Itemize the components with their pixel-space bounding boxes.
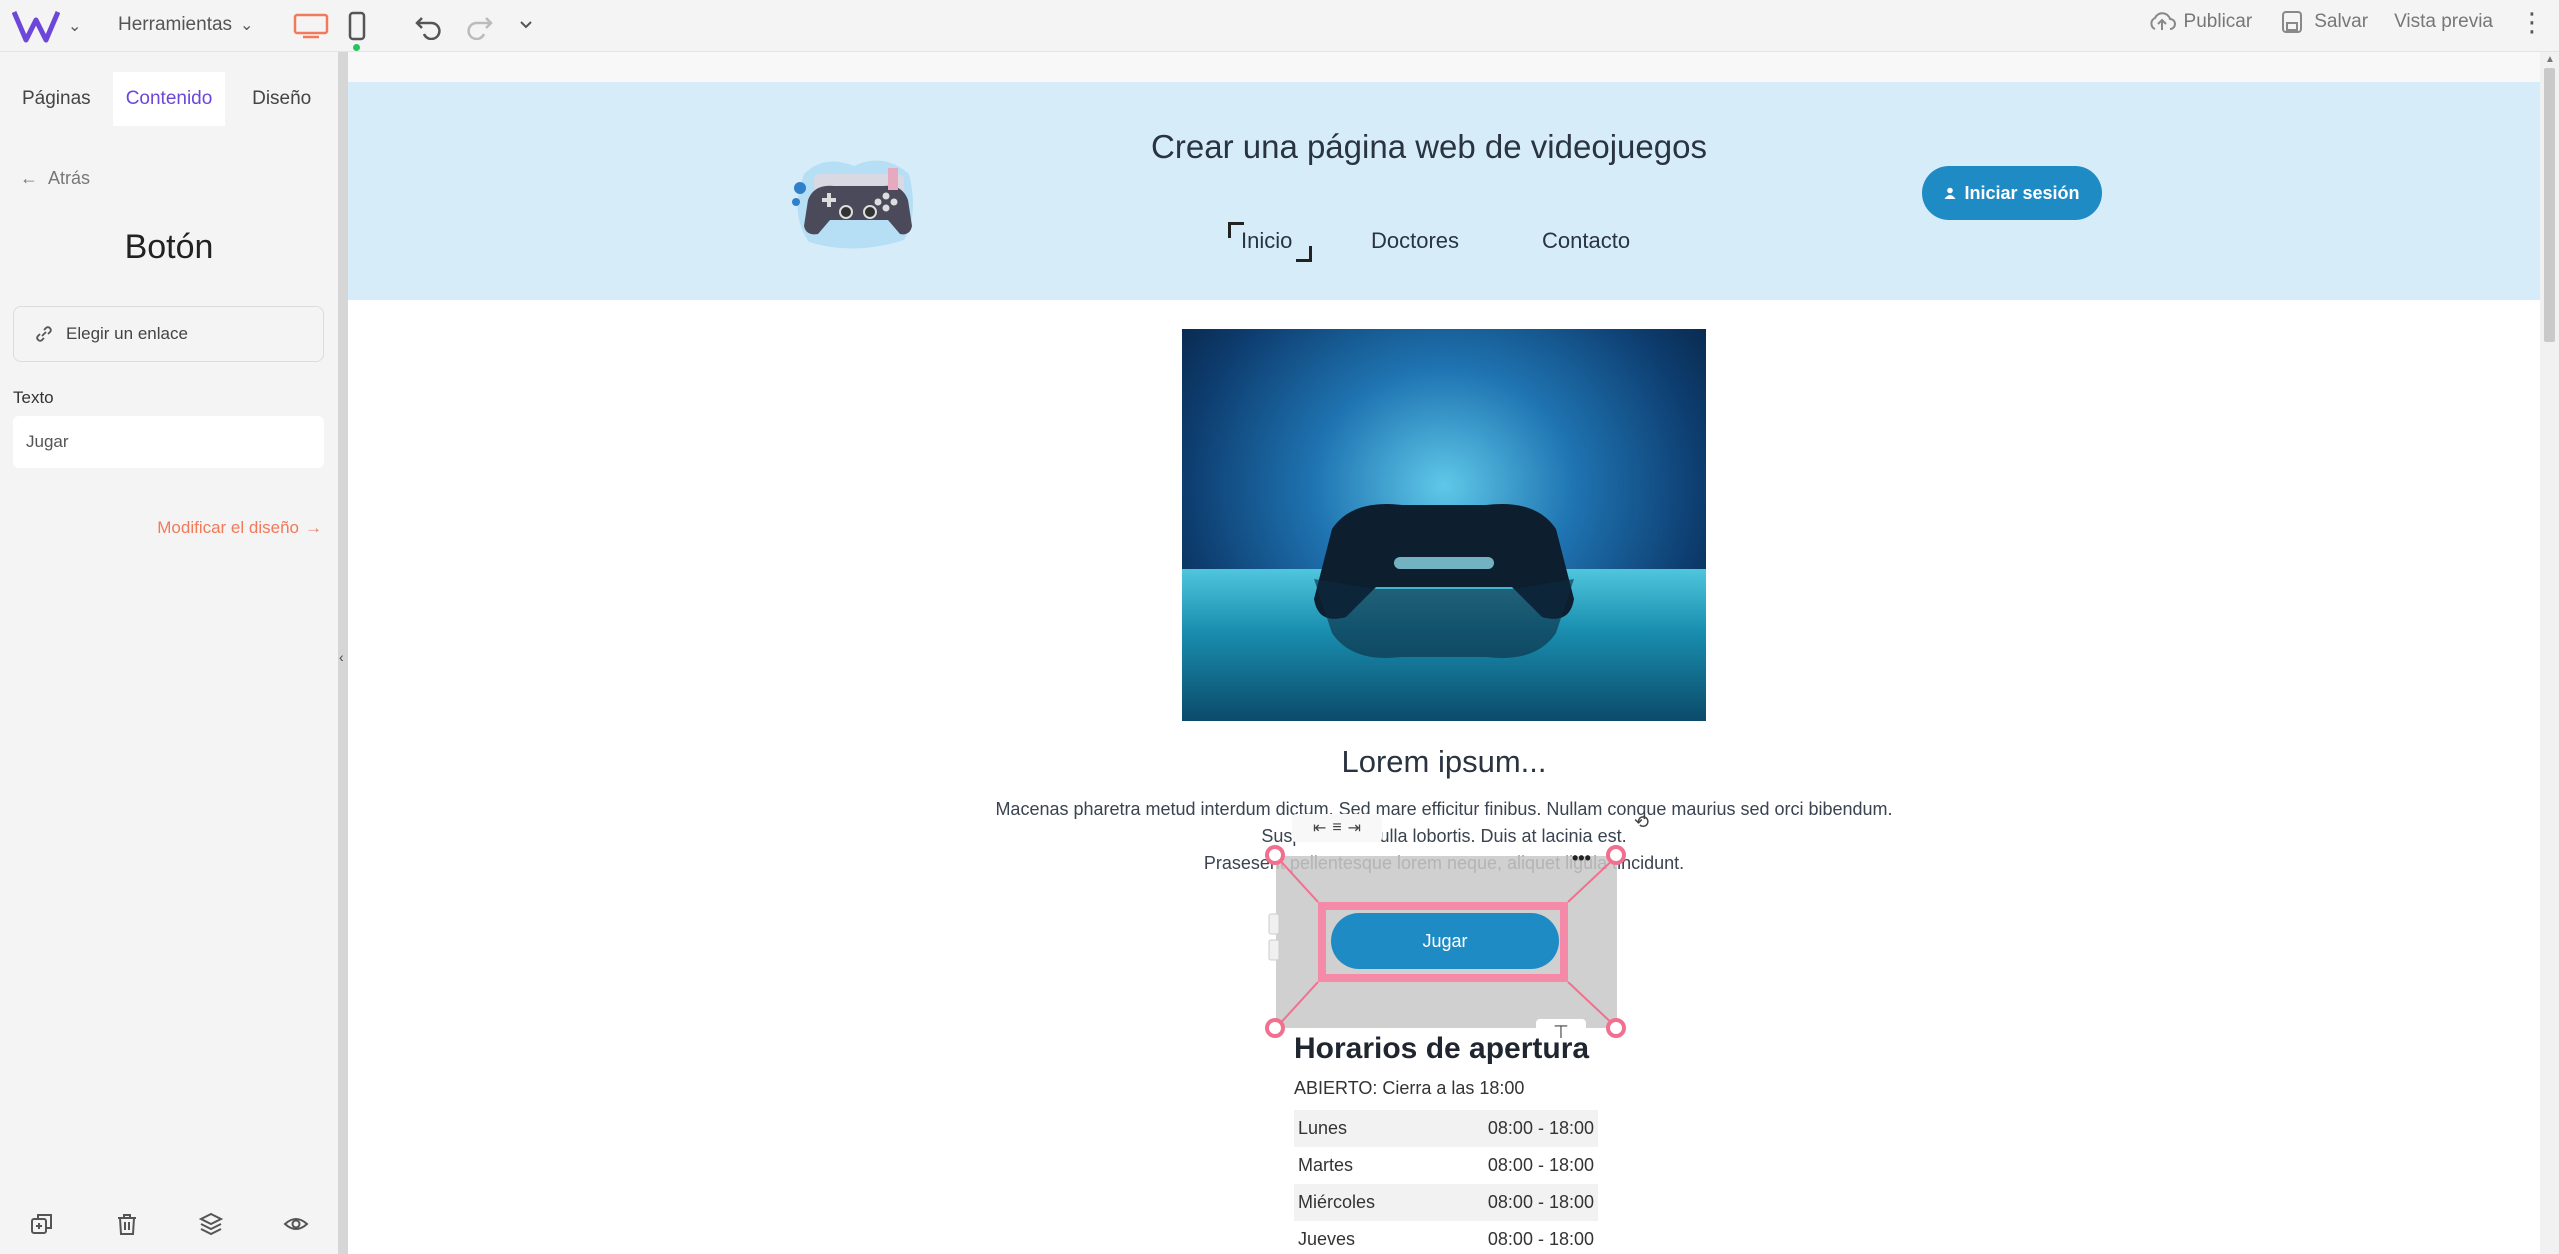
scrollbar-thumb[interactable]: [2544, 68, 2555, 342]
time-cell: 08:00 - 18:00: [1423, 1184, 1598, 1221]
time-cell: 08:00 - 18:00: [1487, 1229, 1594, 1249]
tab-pages[interactable]: Páginas: [0, 72, 113, 126]
nav-item-contacto[interactable]: Contacto: [1542, 228, 1630, 254]
back-button[interactable]: ← Atrás: [20, 168, 90, 189]
hours-title[interactable]: Horarios de apertura: [1294, 1032, 1589, 1066]
day-cell: Lunes: [1294, 1110, 1424, 1147]
site-header[interactable]: [348, 82, 2540, 300]
choose-link-button[interactable]: Elegir un enlace: [13, 306, 324, 362]
left-panel: Páginas Contenido Diseño ← Atrás Botón E…: [0, 52, 338, 1254]
site-title[interactable]: Crear una página web de videojuegos: [348, 128, 2540, 166]
collapse-panel-icon[interactable]: ‹: [339, 650, 347, 664]
save-icon: [2282, 11, 2303, 33]
align-center-icon[interactable]: ≡: [1332, 819, 1341, 837]
more-options-icon[interactable]: ⋮: [2519, 9, 2545, 35]
canvas-scrollbar[interactable]: ▲: [2540, 52, 2559, 1254]
preview-label: Vista previa: [2394, 11, 2493, 32]
modify-design-label: Modificar el diseño: [157, 518, 299, 537]
section-title[interactable]: Lorem ipsum...: [348, 744, 2540, 780]
panel-title: Botón: [124, 228, 214, 266]
back-label: Atrás: [48, 168, 91, 188]
editor-canvas: Crear una página web de videojuegos Inic…: [348, 52, 2540, 1254]
align-left-icon[interactable]: ⇤: [1313, 818, 1326, 838]
redo-icon[interactable]: [464, 12, 494, 40]
hours-status: ABIERTO: Cierra a las 18:00: [1294, 1078, 1525, 1098]
text-field-label: Texto: [13, 388, 54, 407]
time-cell: 08:00 - 18:00: [1423, 1110, 1598, 1147]
day-cell: Martes: [1298, 1155, 1354, 1175]
user-icon: [1944, 187, 1956, 199]
arrow-right-icon: →: [305, 518, 322, 537]
align-right-icon[interactable]: ⇥: [1348, 818, 1361, 838]
panel-bottom-toolbar: [0, 1204, 338, 1244]
alignment-toolbar: ⇤ ≡ ⇥: [1292, 814, 1382, 842]
cloud-upload-icon: [2150, 12, 2176, 30]
section-text-line: Suspendisse nulla lobortis. Duis at laci…: [1261, 826, 1627, 846]
table-row: Jueves 08:00 - 18:00: [1294, 1221, 1598, 1254]
top-bar: ⌄ Herramientas ⌄ Publicar Salvar Vista p…: [0, 0, 2559, 52]
nav-item-doctores[interactable]: Doctores: [1371, 228, 1459, 254]
tab-content[interactable]: Contenido: [112, 72, 226, 126]
mobile-view-icon[interactable]: [348, 11, 366, 41]
play-button[interactable]: Jugar: [1331, 913, 1559, 969]
choose-link-label: Elegir un enlace: [66, 324, 188, 343]
selection-corner: [1296, 246, 1312, 262]
table-row: Miércoles 08:00 - 18:00: [1294, 1184, 1598, 1221]
preview-button[interactable]: Vista previa: [2394, 11, 2493, 33]
tab-design[interactable]: Diseño: [225, 72, 338, 126]
tools-menu[interactable]: Herramientas ⌄: [118, 14, 253, 36]
active-indicator: [353, 44, 360, 51]
link-icon: [36, 326, 52, 342]
save-label: Salvar: [2314, 11, 2369, 32]
section-text-line: Macenas pharetra metud interdum dictum. …: [995, 799, 1893, 819]
resize-handle-bottom-left[interactable]: [1265, 1018, 1285, 1038]
login-button[interactable]: Iniciar sesión: [1922, 166, 2102, 220]
tools-label: Herramientas: [118, 14, 233, 35]
day-cell: Jueves: [1298, 1229, 1356, 1249]
chevron-down-icon: ⌄: [240, 17, 254, 34]
resize-handle-bottom-right[interactable]: [1606, 1018, 1626, 1038]
day-cell: Miércoles: [1294, 1184, 1424, 1221]
publish-label: Publicar: [2183, 11, 2253, 32]
duplicate-icon[interactable]: [29, 1211, 55, 1237]
controller-silhouette: [1314, 504, 1574, 658]
layers-icon[interactable]: [198, 1211, 224, 1237]
app-logo[interactable]: [12, 8, 60, 44]
desktop-view-icon[interactable]: [293, 13, 329, 39]
resize-handle-top-left[interactable]: [1265, 845, 1285, 865]
modify-design-link[interactable]: Modificar el diseño →: [157, 518, 322, 538]
resize-handle-top-right[interactable]: [1606, 845, 1626, 865]
arrow-left-icon: ←: [20, 168, 38, 188]
site-title-text: Crear una página web de videojuegos: [1151, 128, 1707, 165]
trash-icon[interactable]: [114, 1211, 140, 1237]
drag-handle-icon[interactable]: [1268, 912, 1280, 962]
hours-table: Lunes 08:00 - 18:00 Martes 08:00 - 18:00…: [1294, 1110, 1598, 1254]
table-row: Lunes 08:00 - 18:00: [1294, 1110, 1598, 1147]
eye-icon[interactable]: [283, 1211, 309, 1237]
time-cell: 08:00 - 18:00: [1487, 1155, 1594, 1175]
button-text-input[interactable]: [13, 416, 324, 468]
chevron-down-icon[interactable]: [518, 17, 534, 33]
more-options-icon[interactable]: •••: [1572, 848, 1591, 869]
login-label: Iniciar sesión: [1964, 182, 2080, 203]
chevron-down-icon[interactable]: ⌄: [68, 16, 81, 36]
rotate-icon[interactable]: ⟲: [1634, 812, 1649, 833]
canvas-top-gap: [348, 52, 2540, 82]
table-row: Martes 08:00 - 18:00: [1294, 1147, 1598, 1184]
hero-image[interactable]: [1182, 329, 1706, 721]
scroll-up-icon[interactable]: ▲: [2545, 54, 2555, 65]
publish-button[interactable]: Publicar: [2148, 10, 2253, 34]
save-button[interactable]: Salvar: [2278, 10, 2368, 34]
panel-tabs: Páginas Contenido Diseño: [0, 72, 338, 126]
nav-item-inicio[interactable]: Inicio: [1241, 228, 1292, 254]
undo-icon[interactable]: [414, 12, 444, 40]
